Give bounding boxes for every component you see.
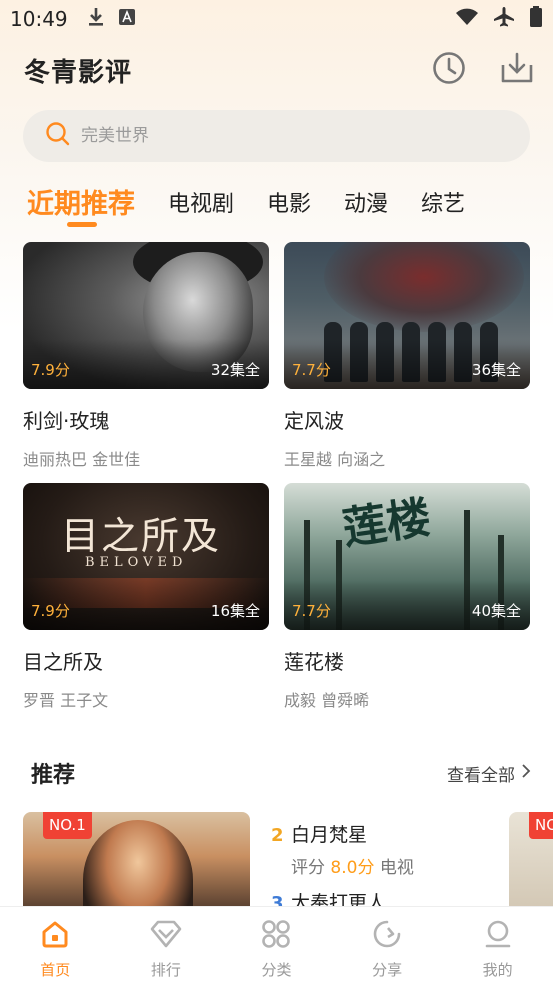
rank-title: 白月梵星	[291, 824, 368, 846]
episodes-label: 16集全	[210, 602, 260, 620]
rank-item[interactable]: 2 白月梵星	[271, 820, 501, 847]
app-header: 冬青影评	[24, 50, 534, 90]
score-label: 7.9分	[31, 361, 70, 379]
poster-subtitle: BELOVED	[85, 555, 188, 570]
tab-variety[interactable]: 综艺	[421, 180, 465, 218]
nav-label: 我的	[482, 961, 513, 979]
poster-logo: 目之所及	[61, 514, 222, 558]
nav-share[interactable]: 分享	[332, 907, 443, 983]
card-cast: 迪丽热巴 金世佳	[23, 450, 141, 469]
status-left-icons	[88, 7, 136, 31]
episodes-label: 32集全	[210, 361, 260, 379]
see-all-label: 查看全部	[447, 765, 515, 786]
nav-label: 排行	[150, 961, 181, 979]
search-bar[interactable]	[23, 110, 530, 162]
score-label-text: 评分	[291, 858, 325, 878]
chevron-right-icon	[521, 763, 531, 784]
search-icon	[45, 121, 71, 151]
nav-label: 分享	[372, 961, 403, 979]
score-label: 7.7分	[292, 361, 331, 379]
nav-category[interactable]: 分类	[221, 907, 332, 983]
nav-home[interactable]: 首页	[0, 907, 111, 983]
grid-icon	[261, 919, 291, 953]
tab-anime[interactable]: 动漫	[344, 180, 388, 218]
home-icon	[40, 919, 70, 953]
clock-icon	[432, 51, 466, 89]
poster-image: 7.9分 32集全	[23, 242, 269, 389]
video-card[interactable]: 7.7分 36集全 定风波 王星越 向涵之	[284, 242, 530, 470]
poster-image: 莲楼 7.7分 40集全	[284, 483, 530, 630]
share-icon	[372, 919, 402, 953]
card-cast: 成毅 曾舜晞	[284, 691, 370, 710]
rank-badge: NO	[529, 812, 553, 839]
download-status-icon	[88, 7, 104, 31]
score-label: 7.7分	[292, 602, 331, 620]
wifi-icon	[455, 8, 479, 30]
card-title: 利剑·玫瑰	[23, 409, 110, 433]
episodes-label: 36集全	[471, 361, 521, 379]
card-cast: 罗晋 王子文	[23, 691, 109, 710]
profile-icon	[483, 919, 513, 953]
status-time: 10:49	[10, 7, 68, 31]
card-title: 目之所及	[23, 650, 103, 674]
battery-icon	[529, 6, 543, 32]
category-tabs: 近期推荐 电视剧 电影 动漫 综艺	[27, 180, 498, 230]
rank-type: 电视	[379, 858, 414, 878]
poster-image: 7.7分 36集全	[284, 242, 530, 389]
score-label: 7.9分	[31, 602, 70, 620]
rank-badge: NO.1	[43, 812, 92, 839]
nav-label: 分类	[261, 961, 292, 979]
poster-image: 目之所及 BELOVED 7.9分 16集全	[23, 483, 269, 630]
episodes-label: 40集全	[471, 602, 521, 620]
video-card[interactable]: 7.9分 32集全 利剑·玫瑰 迪丽热巴 金世佳	[23, 242, 269, 470]
recommend-section-header: 推荐 查看全部	[31, 755, 531, 791]
rank-meta: 评分 8.0分 电视	[291, 853, 501, 878]
card-title: 莲花楼	[284, 650, 344, 674]
diamond-icon	[149, 919, 183, 953]
status-bar: 10:49	[0, 0, 553, 38]
tab-movie[interactable]: 电影	[267, 180, 311, 218]
rank-score: 8.0分	[330, 858, 375, 878]
airplane-icon	[493, 6, 515, 32]
video-card[interactable]: 莲楼 7.7分 40集全 莲花楼 成毅 曾舜晞	[284, 483, 530, 711]
tab-recent[interactable]: 近期推荐	[27, 180, 135, 227]
history-button[interactable]	[432, 51, 466, 89]
download-tray-icon	[500, 51, 534, 89]
header-actions	[432, 51, 534, 89]
nav-profile[interactable]: 我的	[442, 907, 553, 983]
poster-logo: 莲楼	[339, 492, 434, 555]
tab-tv[interactable]: 电视剧	[168, 180, 234, 218]
section-title: 推荐	[31, 763, 76, 788]
status-right-icons	[455, 6, 543, 32]
rank-number: 2	[271, 825, 284, 846]
app-title: 冬青影评	[24, 57, 133, 88]
card-title: 定风波	[284, 409, 344, 433]
nav-ranking[interactable]: 排行	[111, 907, 222, 983]
search-input[interactable]	[81, 126, 481, 146]
see-all-link[interactable]: 查看全部	[447, 761, 531, 786]
video-card[interactable]: 目之所及 BELOVED 7.9分 16集全 目之所及 罗晋 王子文	[23, 483, 269, 711]
card-cast: 王星越 向涵之	[284, 450, 386, 469]
font-status-icon	[118, 8, 136, 30]
download-button[interactable]	[500, 51, 534, 89]
nav-label: 首页	[40, 961, 71, 979]
bottom-nav: 首页 排行 分类 分享 我的	[0, 906, 553, 983]
